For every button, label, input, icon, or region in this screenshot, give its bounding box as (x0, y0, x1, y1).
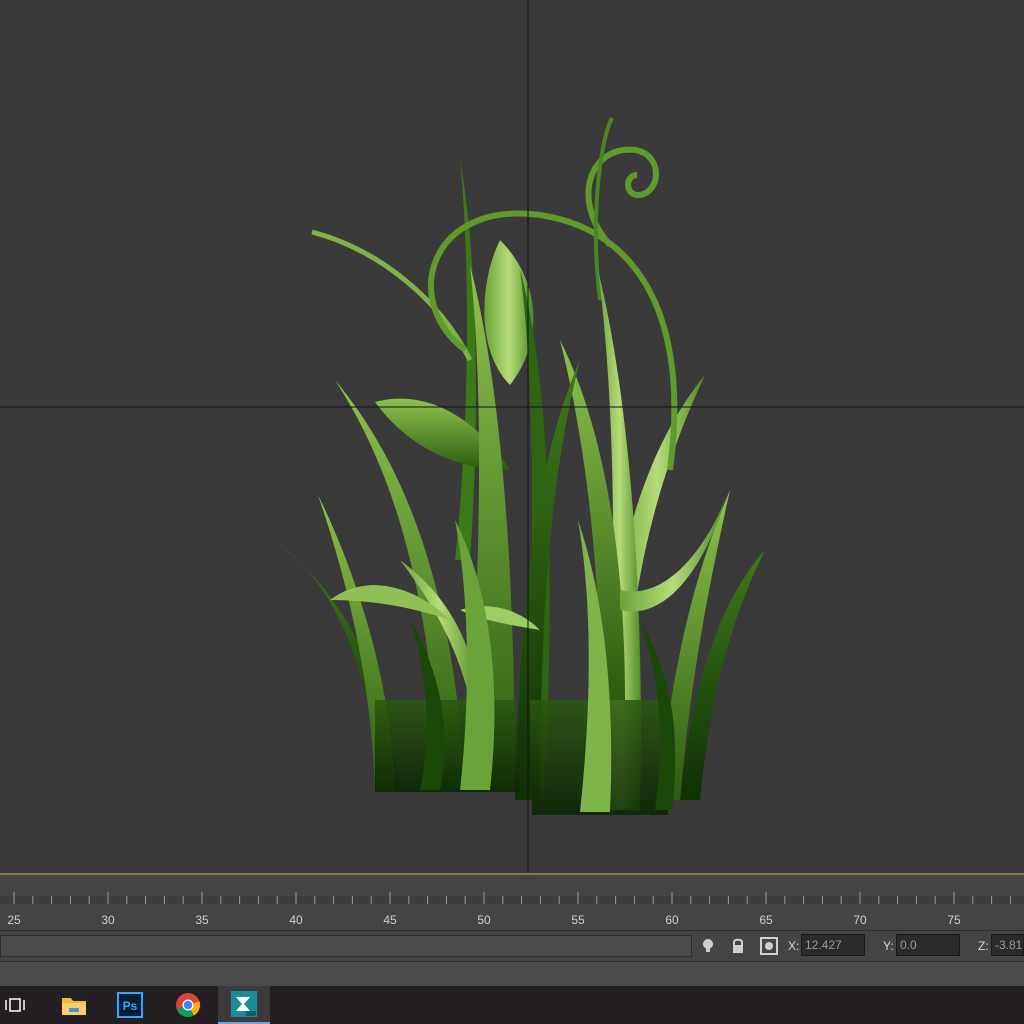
timeline-tick-label: 60 (665, 913, 679, 927)
timeline-tick-label: 30 (101, 913, 115, 927)
grass-clump-model[interactable] (280, 117, 765, 815)
file-explorer-icon[interactable] (48, 986, 100, 1024)
lock-icon[interactable] (727, 935, 749, 957)
z-coord-field[interactable]: -3.81 (991, 934, 1024, 956)
task-view-icon[interactable] (0, 986, 30, 1024)
timeline-ruler[interactable]: 25 30 35 40 45 50 55 60 65 70 75 (0, 875, 1024, 930)
svg-text:Ps: Ps (123, 999, 138, 1013)
timeline-tick-label: 35 (195, 913, 209, 927)
grass-tendril (593, 117, 614, 301)
y-coord-label: Y: (883, 939, 894, 953)
chrome-icon[interactable] (162, 986, 214, 1024)
timeline-tick-label: 40 (289, 913, 303, 927)
timeline-tick-label: 65 (759, 913, 773, 927)
prompt-line (0, 961, 1024, 987)
timeline-tick-label: 75 (947, 913, 961, 927)
timeline-tick-label: 25 (7, 913, 21, 927)
timeline-tick-label: 50 (477, 913, 491, 927)
y-coord-field[interactable]: 0.0 (896, 934, 960, 956)
perspective-viewport[interactable] (0, 0, 1024, 873)
timeline-ticks: 25 30 35 40 45 50 55 60 65 70 75 (7, 892, 1011, 927)
viewport-canvas (0, 0, 1024, 873)
windows-taskbar: Ps (0, 986, 1024, 1024)
x-coord-field[interactable]: 12.427 (801, 934, 865, 956)
timeline-tick-label: 70 (853, 913, 867, 927)
light-bulb-icon[interactable] (697, 935, 719, 957)
timeline-tick-label: 55 (571, 913, 585, 927)
maxscript-prompt[interactable] (0, 935, 692, 957)
status-bar: X: 12.427 Y: 0.0 Z: -3.81 (0, 930, 1024, 961)
timeline-tick-label: 45 (383, 913, 397, 927)
transform-mode-icon[interactable] (758, 935, 780, 957)
3ds-max-icon[interactable] (218, 986, 270, 1024)
grass-tendril (311, 229, 473, 362)
x-coord-label: X: (788, 939, 800, 953)
photoshop-icon[interactable]: Ps (104, 986, 156, 1024)
z-coord-label: Z: (978, 939, 989, 953)
grass-base (375, 700, 520, 792)
